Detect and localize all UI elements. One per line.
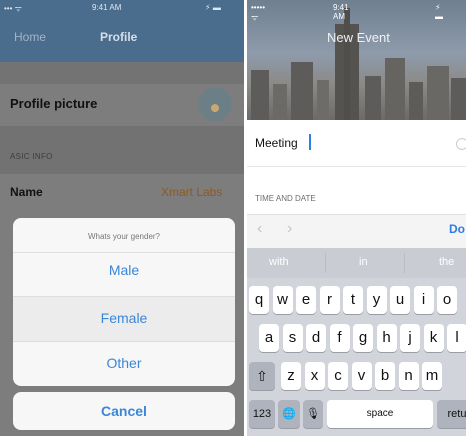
signal-indicator: ••••• ᯤ — [251, 3, 266, 22]
key-b[interactable]: b — [375, 362, 395, 390]
option-other[interactable]: Other — [13, 355, 235, 371]
avatar[interactable] — [198, 87, 232, 121]
cancel-label: Cancel — [101, 403, 147, 419]
key-l[interactable]: l — [447, 324, 466, 352]
key-o[interactable]: o — [437, 286, 457, 314]
key-v[interactable]: v — [351, 362, 372, 390]
section-header-bg — [0, 126, 244, 174]
name-value[interactable]: Xmart Labs — [161, 185, 222, 199]
key-y[interactable]: y — [366, 286, 387, 314]
clear-icon[interactable] — [456, 138, 466, 150]
numbers-key[interactable]: 123 — [249, 400, 275, 428]
option-female[interactable]: Female — [13, 310, 235, 326]
key-j[interactable]: j — [400, 324, 420, 352]
divider — [13, 252, 235, 253]
key-z[interactable]: z — [281, 362, 301, 390]
city-header-image — [247, 0, 466, 120]
battery-indicator: ⚡ ▬ — [205, 3, 221, 12]
new-event-screen: ••••• ᯤ 9:41 AM ⚡ ▬ New Event Meeting TI… — [247, 0, 466, 436]
key-i[interactable]: i — [413, 286, 434, 314]
page-title: New Event — [327, 30, 390, 45]
keyboard: with in the qwertyuio asdfghjkl zxcvbnm 12… — [247, 248, 466, 436]
key-f[interactable]: f — [329, 324, 350, 352]
key-e[interactable]: e — [296, 286, 316, 314]
section-header: TIME AND DATE — [255, 194, 316, 203]
microphone-icon[interactable]: 🎙 — [303, 400, 323, 428]
prediction-item[interactable]: in — [359, 256, 368, 268]
divider — [13, 341, 235, 342]
return-key[interactable]: retu — [437, 400, 466, 428]
gender-action-sheet: Whats your gender? Male Female Other — [13, 218, 235, 386]
cancel-button[interactable]: Cancel — [13, 392, 235, 430]
globe-icon[interactable]: 🌐 — [278, 400, 300, 428]
key-x[interactable]: x — [304, 362, 325, 390]
key-t[interactable]: t — [343, 286, 363, 314]
key-u[interactable]: u — [390, 286, 410, 314]
key-d[interactable]: d — [306, 324, 326, 352]
done-button[interactable]: Do — [449, 222, 465, 236]
shift-icon[interactable]: ⇧ — [249, 362, 275, 390]
key-g[interactable]: g — [353, 324, 373, 352]
space-key[interactable]: space — [327, 400, 433, 428]
divider — [247, 166, 466, 167]
key-a[interactable]: a — [259, 324, 279, 352]
key-h[interactable]: h — [376, 324, 397, 352]
option-male[interactable]: Male — [13, 262, 235, 278]
section-header: ASIC INFO — [10, 152, 53, 161]
key-r[interactable]: r — [319, 286, 340, 314]
status-bar: ••• ᯤ 9:41 AM ⚡ ▬ — [0, 0, 244, 14]
page-title: Profile — [100, 30, 138, 44]
key-w[interactable]: w — [272, 286, 293, 314]
next-field-button[interactable]: › — [287, 220, 292, 238]
title-field[interactable]: Meeting — [255, 136, 298, 150]
text-cursor — [309, 134, 311, 150]
status-time: 9:41 AM — [92, 3, 122, 12]
name-label: Name — [10, 185, 43, 199]
key-c[interactable]: c — [328, 362, 348, 390]
previous-field-button[interactable]: ‹ — [257, 220, 262, 238]
key-s[interactable]: s — [282, 324, 303, 352]
prediction-item[interactable]: with — [269, 256, 289, 268]
key-k[interactable]: k — [423, 324, 444, 352]
profile-picture-label: Profile picture — [10, 96, 98, 111]
signal-indicator: ••• ᯤ — [4, 4, 22, 13]
keyboard-toolbar — [247, 214, 466, 249]
key-q[interactable]: q — [249, 286, 269, 314]
predictive-bar: with in the — [247, 248, 466, 278]
prediction-item[interactable]: the — [439, 256, 454, 268]
battery-indicator: ⚡ ▬ — [435, 3, 443, 21]
status-time: 9:41 AM — [333, 3, 349, 21]
spacer — [0, 62, 244, 84]
key-n[interactable]: n — [398, 362, 419, 390]
key-m[interactable]: m — [422, 362, 442, 390]
action-sheet-title: Whats your gender? — [87, 232, 161, 241]
profile-screen: ••• ᯤ 9:41 AM ⚡ ▬ Home Profile Profile p… — [0, 0, 244, 436]
back-button[interactable]: Home — [14, 30, 46, 44]
